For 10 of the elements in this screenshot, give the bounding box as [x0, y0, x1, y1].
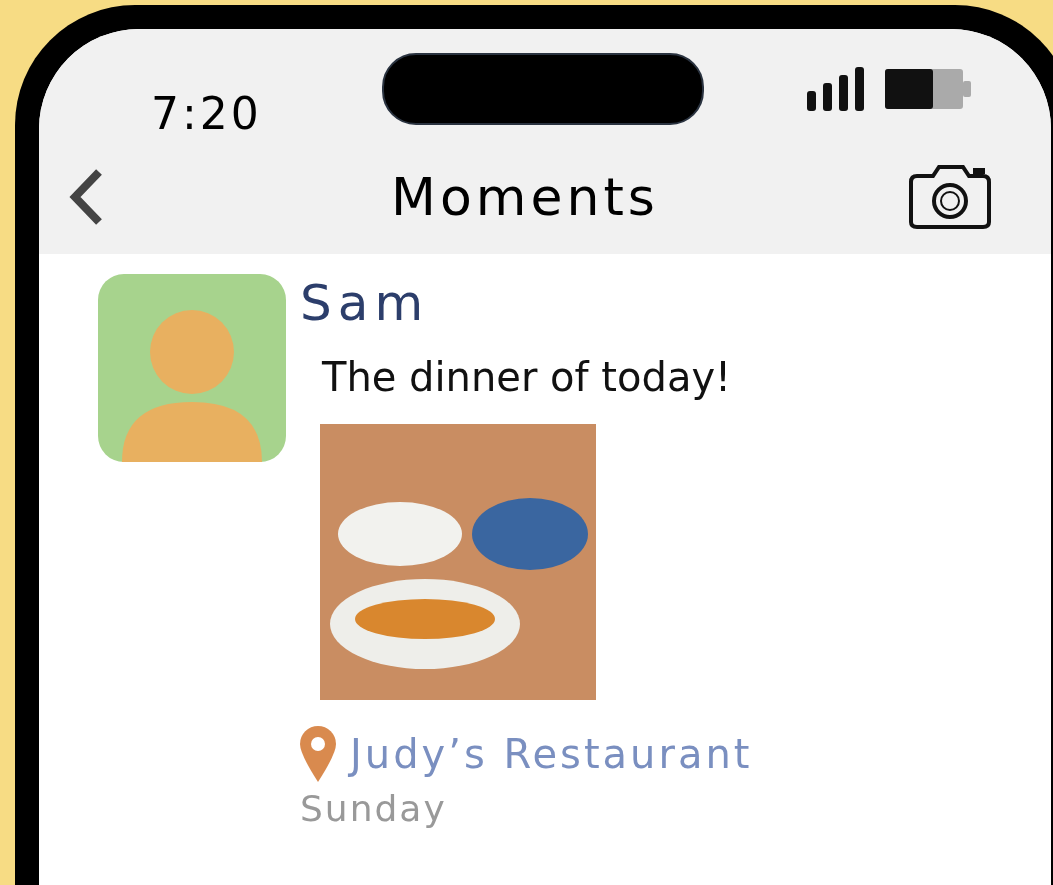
author-name[interactable]: Sam: [300, 274, 430, 332]
post-text: The dinner of today!: [322, 354, 732, 400]
signal-icon: [807, 67, 865, 111]
post-day: Sunday: [300, 788, 447, 829]
status-time: 7:20: [151, 87, 262, 139]
location-pin-icon: [300, 726, 336, 782]
battery-icon: [885, 69, 971, 109]
page-title: Moments: [390, 166, 660, 227]
camera-icon[interactable]: [907, 163, 993, 230]
back-icon[interactable]: [69, 167, 103, 226]
